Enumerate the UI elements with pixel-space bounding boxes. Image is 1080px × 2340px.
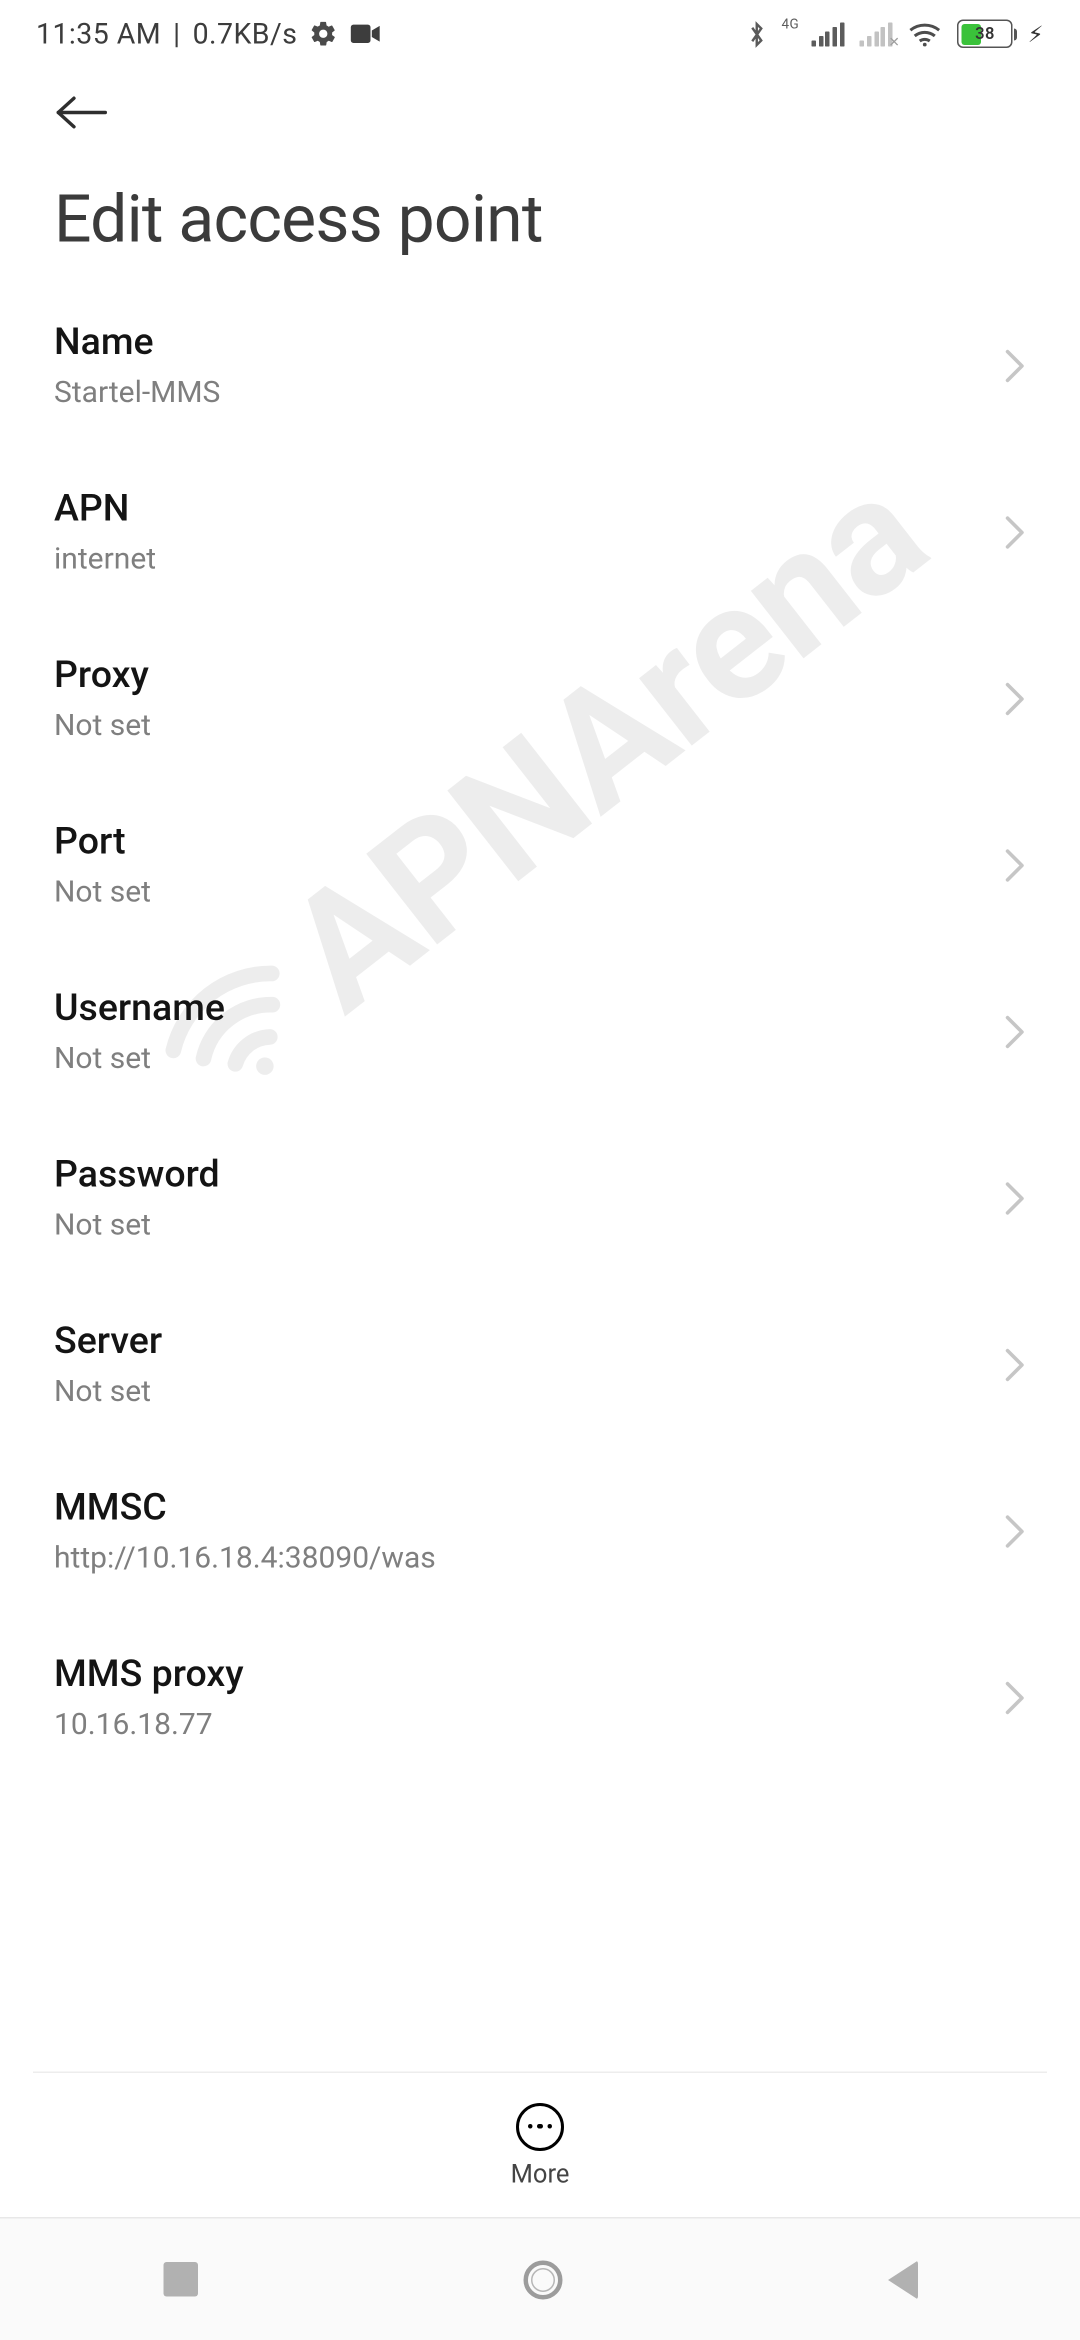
chevron-right-icon <box>1004 680 1027 716</box>
setting-row-port[interactable]: Port Not set <box>54 783 1026 950</box>
camera-icon <box>350 23 382 46</box>
setting-value: Not set <box>54 1373 162 1409</box>
setting-row-mms-proxy[interactable]: MMS proxy 10.16.18.77 <box>54 1616 1026 1783</box>
chevron-right-icon <box>1004 1180 1027 1216</box>
home-button[interactable] <box>523 2260 562 2299</box>
setting-value: Startel-MMS <box>54 374 220 410</box>
status-bar: 11:35 AM | 0.7KB/s 4G 38 ⚡︎ <box>0 0 1080 60</box>
setting-value: Not set <box>54 1040 225 1076</box>
wifi-icon <box>908 20 943 47</box>
chevron-right-icon <box>1004 1346 1027 1382</box>
setting-label: MMS proxy <box>54 1653 244 1697</box>
back-nav-button[interactable] <box>887 2260 917 2299</box>
status-netspeed: 0.7KB/s <box>193 17 298 52</box>
chevron-right-icon <box>1004 1513 1027 1549</box>
signal-sim1-icon <box>811 21 844 47</box>
setting-value: http://10.16.18.4:38090/was <box>54 1539 436 1575</box>
more-button[interactable]: More <box>0 2072 1080 2219</box>
setting-label: Port <box>54 821 151 865</box>
setting-label: Server <box>54 1320 162 1364</box>
setting-label: MMSC <box>54 1487 436 1531</box>
settings-list-viewport[interactable]: NameStartel-MMSAPNinternetProxyNot setPo… <box>0 284 1080 2072</box>
chevron-right-icon <box>1004 514 1027 550</box>
page-title: Edit access point <box>0 147 1080 303</box>
chevron-right-icon <box>1004 1679 1027 1715</box>
setting-value: internet <box>54 540 156 576</box>
more-label: More <box>511 2159 570 2189</box>
back-button[interactable] <box>0 60 1080 147</box>
charging-icon: ⚡︎ <box>1028 20 1044 47</box>
chevron-right-icon <box>1004 347 1027 383</box>
setting-label: Name <box>54 321 220 365</box>
setting-row-name[interactable]: Name Startel-MMS <box>54 284 1026 451</box>
setting-label: Username <box>54 987 225 1031</box>
gear-icon <box>309 20 338 49</box>
bluetooth-icon <box>747 19 767 49</box>
battery-icon: 38 <box>957 20 1013 49</box>
setting-value: 10.16.18.77 <box>54 1706 244 1742</box>
cell-network-label: 4G <box>781 17 799 32</box>
status-time: 11:35 AM <box>36 17 161 52</box>
settings-list: NameStartel-MMSAPNinternetProxyNot setPo… <box>0 284 1080 1783</box>
setting-label: APN <box>54 488 156 532</box>
navigation-bar <box>0 2217 1080 2340</box>
setting-row-apn[interactable]: APN internet <box>54 450 1026 617</box>
arrow-left-icon <box>54 93 111 132</box>
setting-label: Password <box>54 1154 220 1198</box>
chevron-right-icon <box>1004 847 1027 883</box>
setting-label: Proxy <box>54 654 151 698</box>
battery-percent: 38 <box>959 21 1012 47</box>
setting-value: Not set <box>54 873 151 909</box>
signal-sim2-icon <box>859 21 892 47</box>
recents-button[interactable] <box>163 2262 198 2297</box>
setting-row-mmsc[interactable]: MMSC http://10.16.18.4:38090/was <box>54 1449 1026 1616</box>
setting-row-server[interactable]: Server Not set <box>54 1283 1026 1450</box>
setting-value: Not set <box>54 707 151 743</box>
more-icon <box>516 2102 564 2150</box>
setting-row-username[interactable]: Username Not set <box>54 950 1026 1117</box>
setting-value: Not set <box>54 1206 220 1242</box>
chevron-right-icon <box>1004 1013 1027 1049</box>
setting-row-proxy[interactable]: Proxy Not set <box>54 617 1026 784</box>
setting-row-password[interactable]: Password Not set <box>54 1116 1026 1283</box>
